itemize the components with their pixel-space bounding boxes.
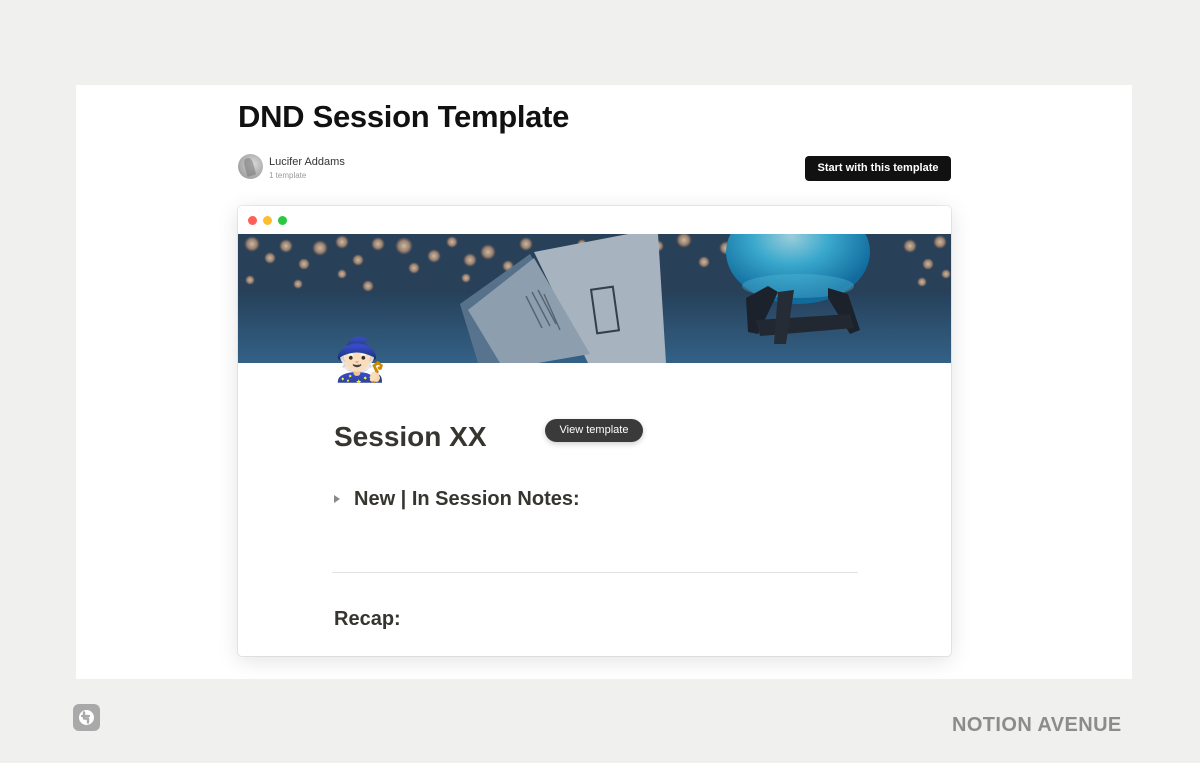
avatar[interactable] — [238, 154, 263, 179]
toggle-arrow-icon[interactable] — [334, 495, 340, 503]
brand-name: NOTION AVENUE — [952, 714, 1122, 736]
template-panel: DND Session Template Lucifer Addams 1 te… — [76, 85, 1132, 679]
window-close-dot — [248, 216, 257, 225]
page-title: Session XX — [334, 421, 487, 452]
logo-glyph — [79, 710, 94, 725]
view-template-button[interactable]: View template — [545, 419, 643, 442]
author-template-count: 1 template — [269, 171, 307, 180]
template-title: DND Session Template — [238, 99, 570, 134]
window-zoom-dot — [278, 216, 287, 225]
wizard-emoji-icon: 🧙🏻 — [334, 336, 387, 383]
window-minimize-dot — [263, 216, 272, 225]
notion-avenue-logo-icon — [73, 704, 100, 731]
toggle-heading: New | In Session Notes: — [354, 488, 580, 510]
author-name[interactable]: Lucifer Addams — [269, 156, 345, 168]
start-with-template-button[interactable]: Start with this template — [805, 156, 951, 181]
divider — [332, 572, 858, 573]
recap-heading: Recap: — [334, 608, 401, 630]
template-preview-window: 🧙🏻 Session XX View template New | In Ses… — [238, 206, 951, 656]
